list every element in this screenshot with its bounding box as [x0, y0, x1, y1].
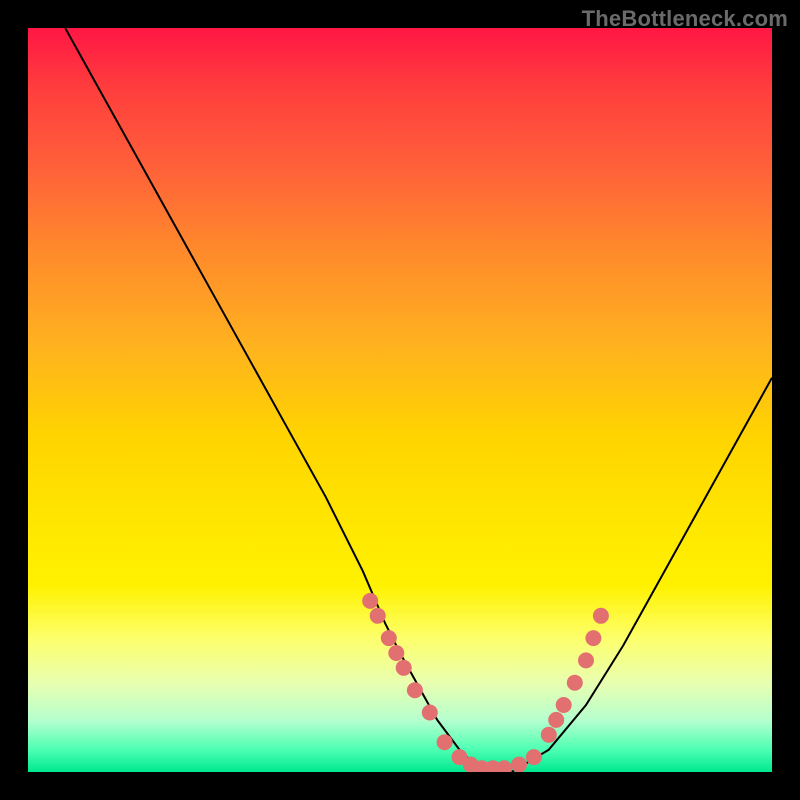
bottleneck-curve	[65, 28, 772, 772]
left-cluster-point	[407, 682, 423, 698]
bottom-cluster-point	[511, 757, 527, 772]
chart-frame: TheBottleneck.com	[0, 0, 800, 800]
right-cluster-point	[593, 608, 609, 624]
left-cluster-point	[362, 593, 378, 609]
right-cluster-point	[548, 712, 564, 728]
right-cluster-point	[567, 675, 583, 691]
right-cluster-point	[578, 652, 594, 668]
right-cluster-point	[556, 697, 572, 713]
watermark-text: TheBottleneck.com	[582, 6, 788, 32]
bottom-cluster-point	[496, 760, 512, 772]
left-cluster-point	[422, 705, 438, 721]
plot-area	[28, 28, 772, 772]
right-cluster-point	[585, 630, 601, 646]
left-cluster-point	[381, 630, 397, 646]
bottom-cluster-point	[526, 749, 542, 765]
left-cluster-point	[388, 645, 404, 661]
left-cluster-point	[370, 608, 386, 624]
curve-layer	[28, 28, 772, 772]
right-cluster-point	[541, 727, 557, 743]
bottom-cluster-point	[437, 734, 453, 750]
left-cluster-point	[396, 660, 412, 676]
